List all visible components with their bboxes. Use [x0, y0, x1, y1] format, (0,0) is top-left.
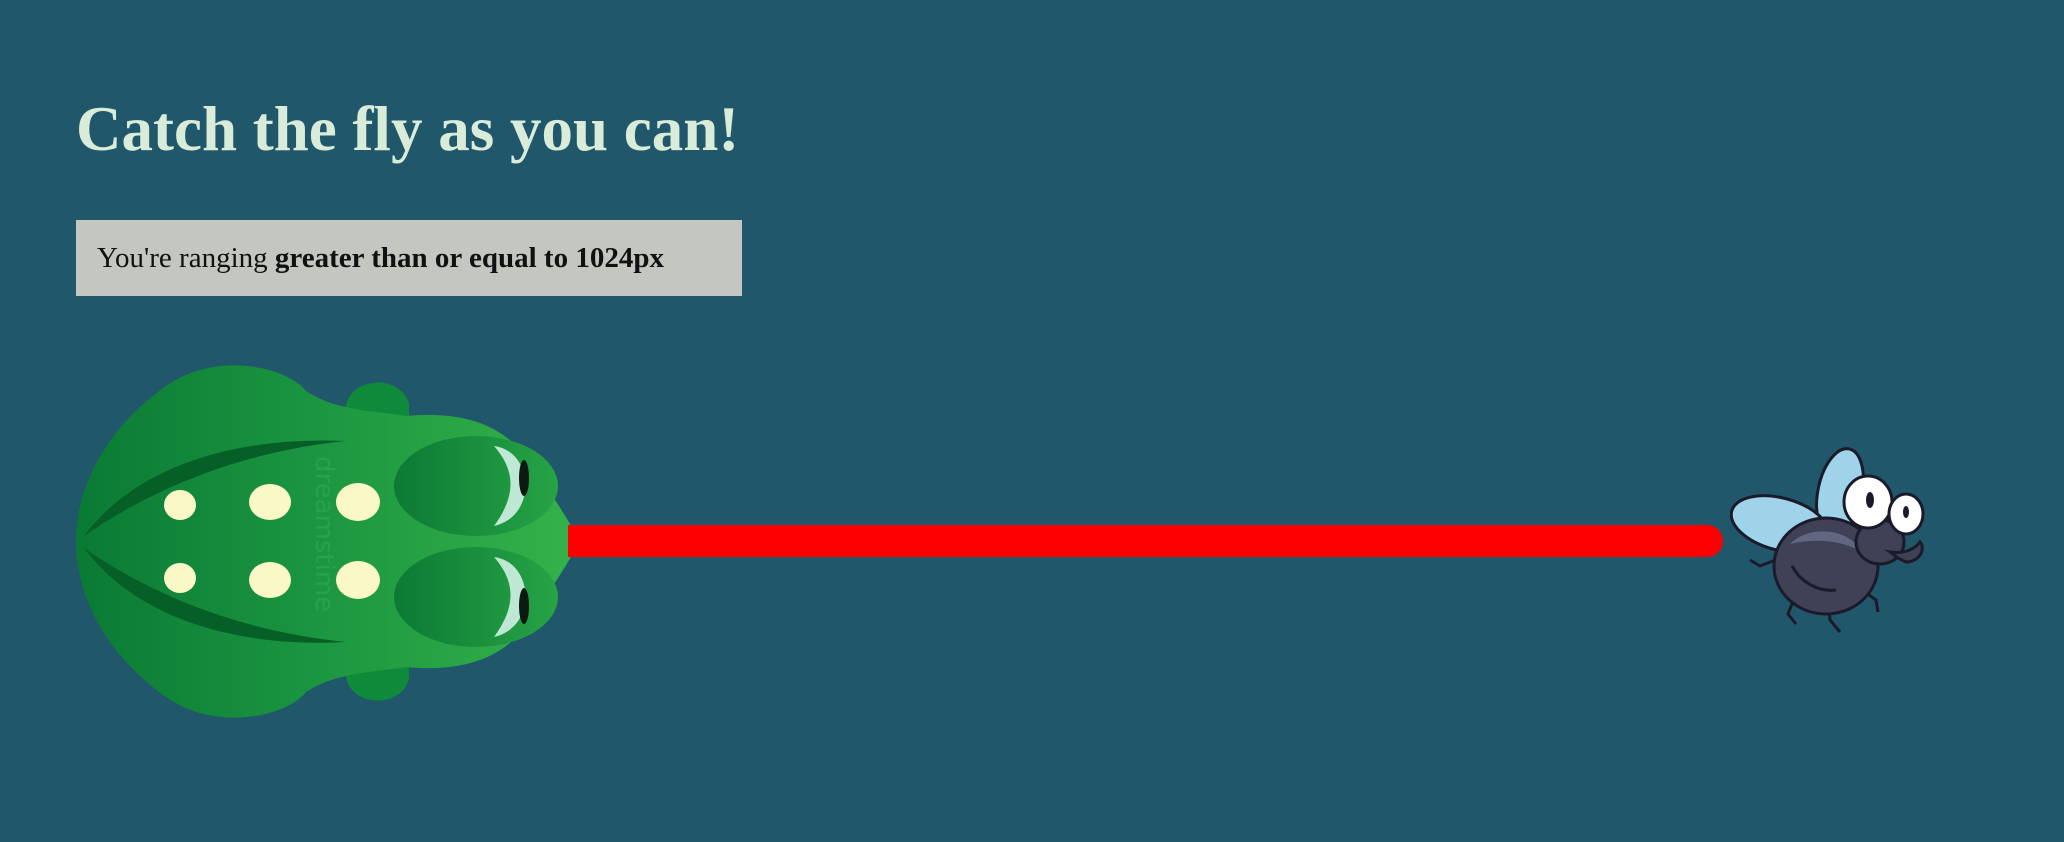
- range-value: greater than or equal to 1024px: [274, 242, 664, 274]
- range-indicator: You're ranging greater than or equal to …: [76, 220, 742, 296]
- page-title: Catch the fly as you can!: [76, 94, 740, 164]
- fly-icon[interactable]: [1730, 444, 1930, 636]
- watermark-text: dreamstime: [309, 456, 339, 612]
- range-prefix: You're ranging: [97, 242, 275, 274]
- frog-icon: dreamstime: [76, 365, 577, 718]
- frog-tongue: [568, 525, 1723, 557]
